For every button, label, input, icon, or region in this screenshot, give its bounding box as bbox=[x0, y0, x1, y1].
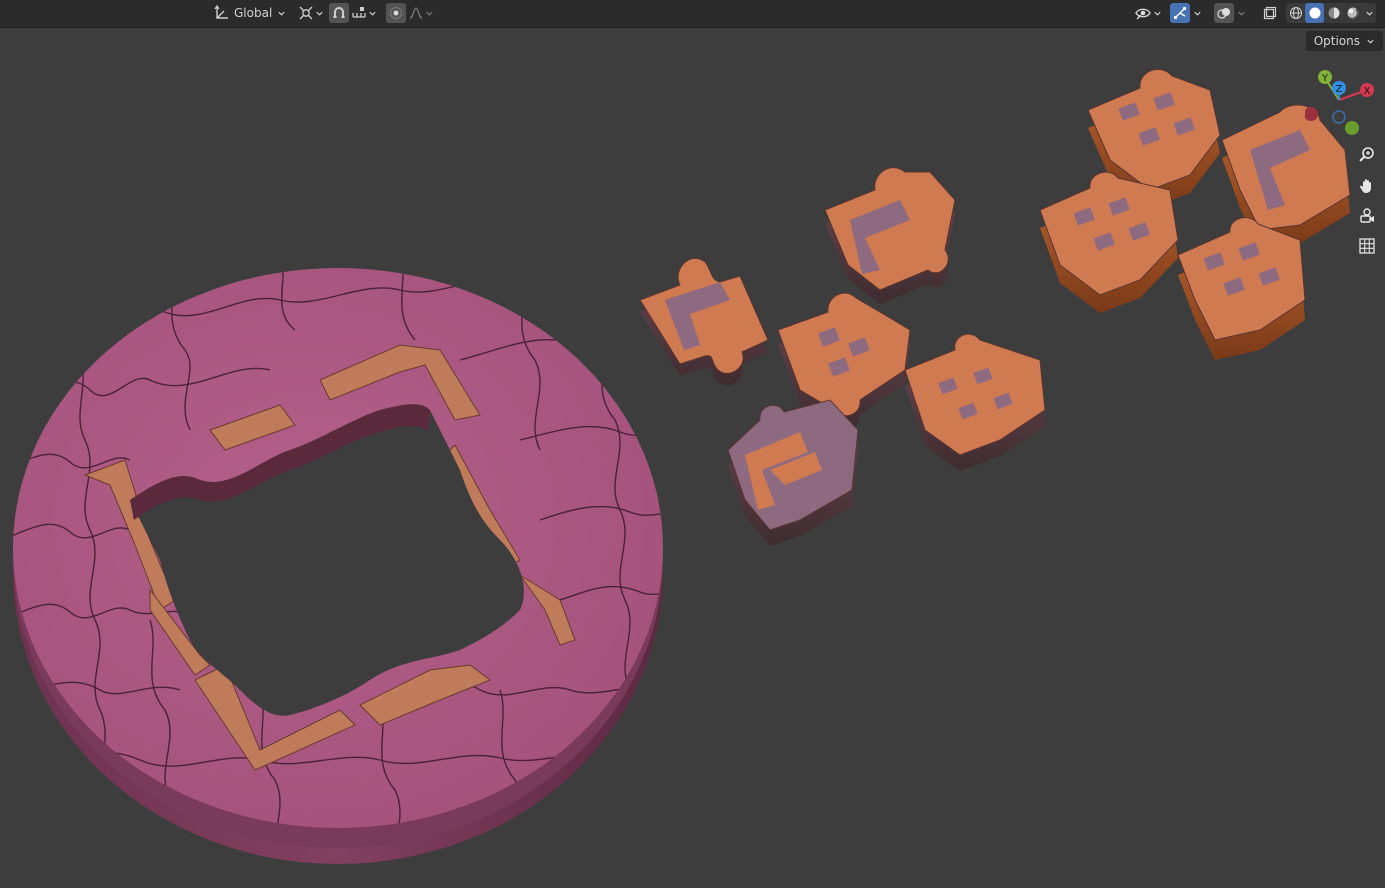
perspective-toggle-button[interactable] bbox=[1355, 236, 1379, 260]
gizmo-neg-x[interactable] bbox=[1304, 107, 1318, 121]
selectability-visibility-dropdown[interactable] bbox=[1132, 3, 1164, 23]
solid-shading-icon bbox=[1308, 6, 1322, 20]
viewport-header: Global bbox=[0, 0, 1385, 28]
visibility-icon bbox=[1134, 5, 1152, 21]
snap-target-icon bbox=[351, 5, 367, 21]
scene-render bbox=[0, 68, 1351, 880]
chevron-down-icon bbox=[426, 11, 433, 16]
snap-target-dropdown[interactable] bbox=[349, 3, 379, 23]
wireframe-shading-button[interactable] bbox=[1286, 3, 1305, 23]
pan-icon bbox=[1358, 177, 1376, 199]
shading-options-dropdown[interactable] bbox=[1362, 3, 1376, 23]
transform-orientation-group: Global bbox=[210, 3, 290, 23]
overlay-group bbox=[1214, 3, 1248, 23]
material-shading-icon bbox=[1327, 6, 1341, 20]
transform-orientation-icon bbox=[214, 5, 230, 21]
overlay-icon bbox=[1217, 6, 1231, 20]
proportional-edit-icon bbox=[389, 6, 403, 20]
gizmo-neg-y[interactable] bbox=[1345, 121, 1359, 135]
camera-view-button[interactable] bbox=[1355, 206, 1379, 230]
overlay-dropdown[interactable] bbox=[1234, 3, 1248, 23]
chevron-down-icon bbox=[1366, 11, 1373, 16]
gizmo-toggle[interactable] bbox=[1170, 3, 1190, 23]
gizmo-neg-z[interactable] bbox=[1332, 110, 1346, 124]
proportional-group bbox=[386, 3, 436, 23]
snap-icon bbox=[332, 6, 346, 20]
wireframe-shading-icon bbox=[1289, 6, 1303, 20]
pan-button[interactable] bbox=[1355, 176, 1379, 200]
chevron-down-icon bbox=[1238, 11, 1245, 16]
grid-icon bbox=[1358, 237, 1376, 259]
xray-group bbox=[1260, 3, 1280, 23]
snap-toggle[interactable] bbox=[329, 3, 349, 23]
puzzle-pieces-middle[interactable] bbox=[639, 167, 1046, 546]
falloff-dropdown[interactable] bbox=[406, 3, 436, 23]
3d-viewport[interactable] bbox=[0, 28, 1385, 884]
shading-group bbox=[1286, 3, 1376, 23]
transform-orientation-dropdown[interactable]: Global bbox=[210, 3, 290, 23]
rendered-shading-icon bbox=[1346, 6, 1360, 20]
pivot-icon bbox=[298, 5, 314, 21]
chevron-down-icon bbox=[369, 11, 376, 16]
rendered-shading-button[interactable] bbox=[1343, 3, 1362, 23]
visibility-group bbox=[1132, 3, 1164, 23]
gizmo-dropdown[interactable] bbox=[1190, 3, 1204, 23]
zoom-icon bbox=[1358, 146, 1376, 168]
gizmo-icon bbox=[1173, 6, 1187, 20]
chevron-down-icon bbox=[278, 11, 285, 16]
pivot-group bbox=[296, 3, 326, 23]
camera-icon bbox=[1358, 207, 1376, 229]
gizmo-group bbox=[1170, 3, 1204, 23]
solid-shading-button[interactable] bbox=[1305, 3, 1324, 23]
navigation-gizmo[interactable]: Y Z X bbox=[1304, 66, 1383, 144]
chevron-down-icon bbox=[1154, 11, 1161, 16]
falloff-icon bbox=[408, 5, 424, 21]
transform-orientation-label: Global bbox=[234, 6, 273, 20]
gizmo-z-label: Z bbox=[1336, 84, 1343, 95]
xray-toggle[interactable] bbox=[1260, 3, 1280, 23]
gizmo-x-label: X bbox=[1364, 86, 1371, 97]
gizmo-y-label: Y bbox=[1321, 73, 1329, 84]
chevron-down-icon bbox=[1194, 11, 1201, 16]
chevron-down-icon bbox=[316, 11, 323, 16]
puzzle-disc[interactable] bbox=[0, 250, 680, 880]
pivot-dropdown[interactable] bbox=[296, 3, 326, 23]
zoom-button[interactable] bbox=[1355, 145, 1379, 169]
snap-group bbox=[329, 3, 379, 23]
xray-icon bbox=[1263, 6, 1277, 20]
overlay-toggle[interactable] bbox=[1214, 3, 1234, 23]
proportional-edit-toggle[interactable] bbox=[386, 3, 406, 23]
puzzle-pieces-right[interactable] bbox=[1039, 68, 1351, 360]
material-shading-button[interactable] bbox=[1324, 3, 1343, 23]
